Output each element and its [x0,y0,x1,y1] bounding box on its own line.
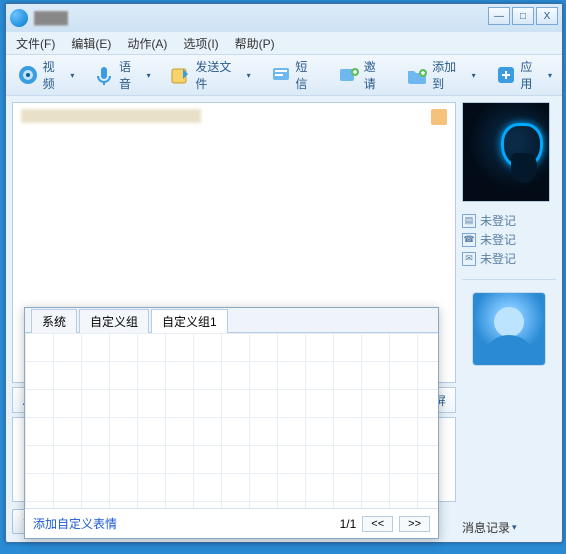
invite-button[interactable]: 邀请 [333,56,391,94]
chevron-down-icon: ▾ [147,71,151,80]
close-button[interactable]: X [536,7,558,25]
add-custom-emoticon-link[interactable]: 添加自定义表情 [33,515,117,532]
tab-custom-group[interactable]: 自定义组 [79,309,149,333]
message-history-link[interactable]: 消息记录 ▾ [462,519,556,536]
invite-icon [337,63,361,87]
sms-icon [269,63,293,87]
status-icon [431,109,447,125]
menu-action[interactable]: 动作(A) [123,33,171,54]
chevron-down-icon: ▾ [512,522,517,533]
invite-label: 邀请 [364,58,388,92]
register-list: ▤ 未登记 ☎ 未登记 ✉ 未登记 [462,212,556,267]
titlebar: ████ — □ X [6,4,562,32]
emoticon-popup: 系统 自定义组 自定义组1 添加自定义表情 1/1 << >> [24,307,439,539]
window-buttons: — □ X [488,7,558,25]
message-redacted [21,109,201,123]
app-logo-icon [10,9,28,27]
register-item: ✉ 未登记 [462,250,556,267]
prev-page-button[interactable]: << [362,516,393,532]
phone-icon: ☎ [462,233,476,247]
app-button[interactable]: 应用 ▾ [490,56,556,94]
message-history-label: 消息记录 [462,519,510,536]
menu-option[interactable]: 选项(I) [179,33,222,54]
voice-button[interactable]: 语音 ▾ [88,56,154,94]
tab-system[interactable]: 系统 [31,309,77,333]
chevron-down-icon: ▾ [472,71,476,80]
microphone-icon [92,63,116,87]
chevron-down-icon: ▾ [70,71,74,80]
file-send-icon [169,63,193,87]
sendfile-button[interactable]: 发送文件 ▾ [165,56,255,94]
sms-label: 短信 [295,58,319,92]
self-avatar[interactable] [472,292,546,366]
menu-edit[interactable]: 编辑(E) [67,33,115,54]
menu-help[interactable]: 帮助(P) [231,33,279,54]
register-label: 未登记 [480,212,516,229]
register-item: ☎ 未登记 [462,231,556,248]
contact-avatar[interactable] [462,102,550,202]
register-item: ▤ 未登记 [462,212,556,229]
toolbar: 视频 ▾ 语音 ▾ 发送文件 ▾ 短信 邀请 [6,54,562,96]
app-label: 应用 [520,58,544,92]
card-icon: ▤ [462,214,476,228]
addto-button[interactable]: 添加到 ▾ [402,56,480,94]
pager: 1/1 << >> [340,516,430,532]
register-label: 未登记 [480,231,516,248]
emoticon-grid[interactable] [25,332,438,508]
emoticon-tabs: 系统 自定义组 自定义组1 [25,308,438,332]
voice-label: 语音 [119,58,143,92]
right-pane: ▤ 未登记 ☎ 未登记 ✉ 未登记 消息记录 ▾ [462,96,562,542]
camera-icon [16,63,40,87]
menu-file[interactable]: 文件(F) [12,33,59,54]
emoticon-footer: 添加自定义表情 1/1 << >> [25,508,438,538]
addto-label: 添加到 [432,58,468,92]
divider [462,279,556,280]
chevron-down-icon: ▾ [247,71,251,80]
video-label: 视频 [43,58,67,92]
register-label: 未登记 [480,250,516,267]
video-button[interactable]: 视频 ▾ [12,56,78,94]
folder-add-icon [406,63,430,87]
chevron-down-icon: ▾ [548,71,552,80]
app-icon [494,63,518,87]
next-page-button[interactable]: >> [399,516,430,532]
page-indicator: 1/1 [340,517,357,531]
mail-icon: ✉ [462,252,476,266]
minimize-button[interactable]: — [488,7,510,25]
sendfile-label: 发送文件 [195,58,242,92]
menubar: 文件(F) 编辑(E) 动作(A) 选项(I) 帮助(P) [6,32,562,54]
sms-button[interactable]: 短信 [265,56,323,94]
window-title: ████ [34,11,68,25]
maximize-button[interactable]: □ [512,7,534,25]
tab-custom-group1[interactable]: 自定义组1 [151,309,228,333]
